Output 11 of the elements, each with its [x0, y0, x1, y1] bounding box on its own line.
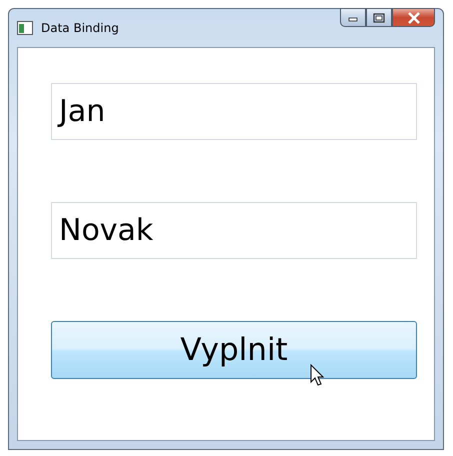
- window-icon: [17, 21, 33, 35]
- maximize-icon: [373, 12, 385, 22]
- cursor-icon: [310, 364, 324, 388]
- text-field[interactable]: Novak: [51, 202, 417, 259]
- maximize-button[interactable]: [366, 8, 392, 27]
- text-field[interactable]: Jan: [51, 83, 417, 140]
- fill-button[interactable]: Vyplnit: [51, 321, 417, 379]
- close-icon: [406, 12, 420, 24]
- window-title: Data Binding: [41, 21, 119, 35]
- close-button[interactable]: [392, 8, 435, 27]
- minimize-button[interactable]: [340, 8, 366, 27]
